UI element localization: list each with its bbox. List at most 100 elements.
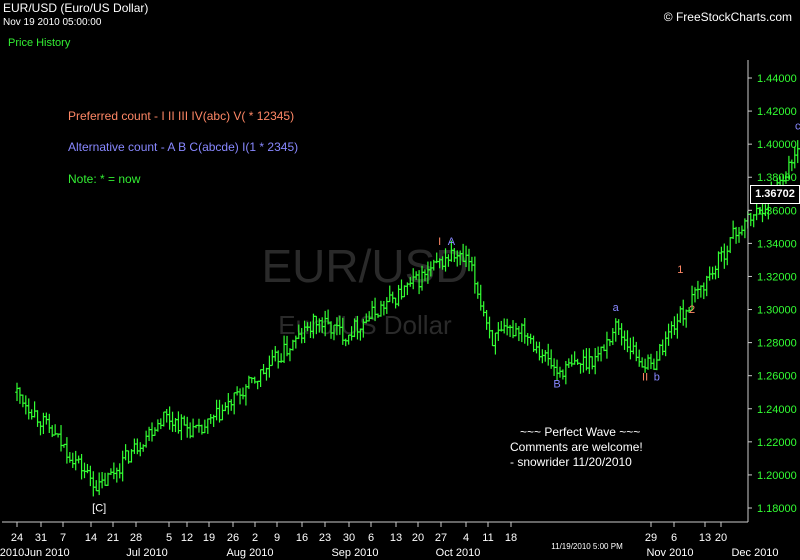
price-bar <box>70 452 75 469</box>
price-bar <box>493 332 498 355</box>
price-bar <box>672 316 677 336</box>
price-bar <box>252 376 257 384</box>
price-bar <box>628 337 633 360</box>
price-bar <box>220 404 225 421</box>
price-bar <box>138 442 143 457</box>
price-bar <box>669 321 674 339</box>
x-tick-label: 31 <box>35 532 47 544</box>
price-bar <box>241 387 245 400</box>
price-bar <box>94 480 99 492</box>
price-bar <box>232 392 236 415</box>
price-bar <box>722 243 727 269</box>
price-bar <box>490 329 495 347</box>
price-bar <box>704 275 709 297</box>
price-bar <box>123 444 128 461</box>
price-bar <box>473 256 477 294</box>
price-bar <box>657 343 662 361</box>
x-month-label: Oct 2010 <box>436 547 481 559</box>
x-tick-label: 30 <box>343 532 355 544</box>
x-month-label: Jul 2010 <box>126 547 168 559</box>
x-tick-label: 23 <box>319 532 331 544</box>
price-bar <box>26 398 31 420</box>
x-month-label: 2010 <box>0 547 24 559</box>
price-bar <box>35 410 40 427</box>
price-bar <box>88 465 93 487</box>
x-axis: 24 31 7 14 21 28 5 12 19 26 2 9 16 23 30 6 13 20 27 4 11 18 29… <box>0 521 779 559</box>
price-chart: EUR/USDEuro/US Dollar [C]IABaIIb12c3III4… <box>0 60 800 559</box>
price-bar <box>751 214 756 228</box>
y-tick-label: 1.42000 <box>757 106 797 118</box>
price-bar <box>590 356 595 370</box>
price-bar <box>276 350 281 369</box>
price-bar <box>24 395 28 415</box>
price-bar <box>481 301 486 317</box>
price-bar <box>38 421 43 436</box>
legend-price-history[interactable]: Price History <box>8 37 70 49</box>
price-bar <box>117 463 122 479</box>
price-bar <box>684 309 688 328</box>
price-bar <box>546 343 551 366</box>
wave-label: I <box>438 236 441 248</box>
chart-title: EUR/USD (Euro/US Dollar) <box>3 1 149 15</box>
price-bar <box>97 472 101 496</box>
site-copyright: © FreeStockCharts.com <box>663 10 792 24</box>
price-bar <box>156 419 160 432</box>
price-bar <box>652 358 656 370</box>
price-bar <box>147 426 151 442</box>
y-tick-label: 1.22000 <box>757 437 797 449</box>
price-bar <box>790 159 794 172</box>
price-bar <box>649 353 653 370</box>
x-tick-label: 2 <box>252 532 258 544</box>
price-bar <box>191 418 195 438</box>
price-bar <box>106 472 110 486</box>
price-bar <box>484 309 489 330</box>
price-bar <box>681 299 686 326</box>
price-bar <box>713 265 718 280</box>
x-tick-label: 28 <box>130 532 142 544</box>
price-bar <box>666 323 671 346</box>
price-bar <box>264 367 269 381</box>
price-bar <box>605 331 609 359</box>
x-tick-label: 6 <box>671 532 677 544</box>
price-bar <box>728 237 733 254</box>
price-bar <box>273 346 278 362</box>
note-line: Note: * = now <box>68 172 141 186</box>
price-bar <box>238 388 242 405</box>
price-bar <box>731 220 735 240</box>
watermark: EUR/USDEuro/US Dollar <box>261 240 468 340</box>
price-bar <box>748 212 753 227</box>
price-bar <box>663 331 668 357</box>
price-bar <box>587 348 592 374</box>
x-tick-label: 6 <box>368 532 374 544</box>
price-bar <box>267 355 272 378</box>
wave-label: b <box>654 372 660 384</box>
x-tick-label: 24 <box>11 532 23 544</box>
y-tick-label: 1.30000 <box>757 305 797 317</box>
price-bar <box>82 462 87 479</box>
price-bar <box>572 351 577 365</box>
price-bar <box>182 415 187 426</box>
price-bar <box>114 467 119 483</box>
price-bar <box>599 346 603 362</box>
price-bar <box>120 450 125 482</box>
price-bar <box>611 328 615 346</box>
price-bar <box>109 468 113 475</box>
price-bar <box>390 291 395 304</box>
x-month-label: Sep 2010 <box>331 547 378 559</box>
price-bar <box>21 394 25 408</box>
price-bar <box>235 386 239 396</box>
price-bar <box>710 266 715 280</box>
price-bar <box>393 297 398 309</box>
x-month-label: Jun 2010 <box>24 547 69 559</box>
price-bar <box>619 323 624 346</box>
y-tick-label: 1.18000 <box>757 503 797 515</box>
current-price-box: 1.36702 <box>750 185 800 204</box>
price-bar <box>59 425 63 452</box>
price-bar <box>561 369 565 380</box>
y-tick-label: 1.24000 <box>757 404 797 416</box>
price-bar <box>217 399 222 423</box>
x-tick-label: 9 <box>274 532 280 544</box>
price-bar <box>540 349 545 364</box>
y-tick-label: 1.36000 <box>757 205 797 217</box>
price-bar <box>167 406 172 430</box>
